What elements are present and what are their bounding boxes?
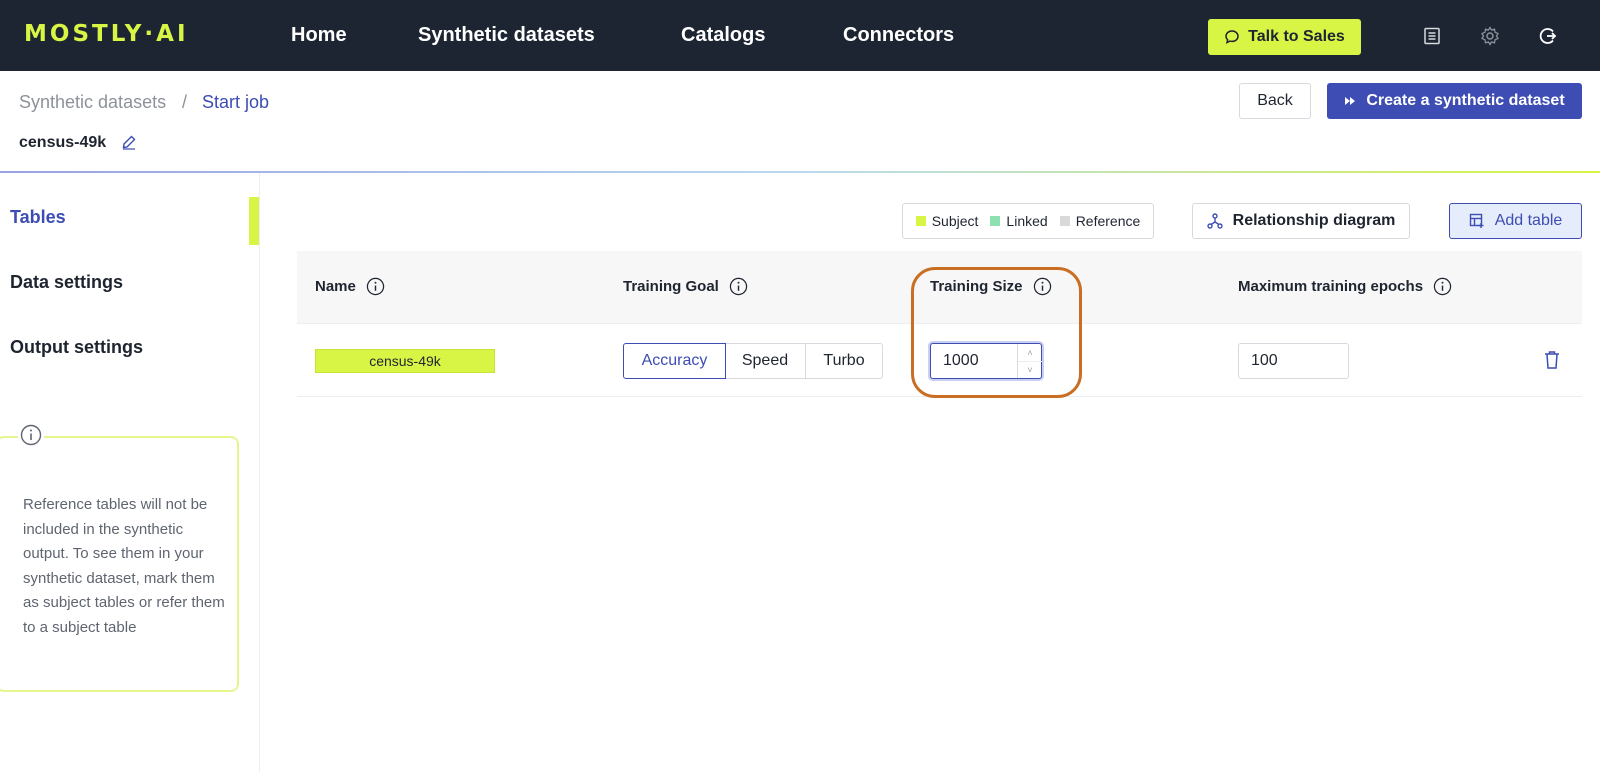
info-text: Reference tables will not be included in… bbox=[23, 496, 225, 636]
chat-bubble-icon bbox=[1225, 30, 1239, 44]
dataset-name: census-49k bbox=[19, 134, 107, 151]
nav-connectors[interactable]: Connectors bbox=[843, 24, 954, 47]
legend-subject: Subject bbox=[915, 213, 978, 229]
relationship-diagram-button[interactable]: Relationship diagram bbox=[1192, 203, 1410, 239]
max-epochs-input[interactable]: 100 bbox=[1238, 343, 1349, 379]
training-goal-speed[interactable]: Speed bbox=[725, 343, 806, 379]
gear-icon[interactable] bbox=[1478, 24, 1502, 48]
column-header-training-goal: Training Goal bbox=[623, 277, 748, 296]
table-type-legend: Subject Linked Reference bbox=[902, 203, 1154, 239]
relationship-diagram-label: Relationship diagram bbox=[1232, 212, 1396, 229]
nav-synthetic-datasets[interactable]: Synthetic datasets bbox=[418, 24, 595, 47]
info-icon bbox=[18, 422, 44, 448]
add-table-button[interactable]: Add table bbox=[1449, 203, 1582, 239]
logo[interactable]: MOSTLY·AI bbox=[24, 21, 189, 47]
column-header-name: Name bbox=[315, 277, 385, 296]
table-name-badge[interactable]: census-49k bbox=[315, 349, 495, 373]
info-icon[interactable] bbox=[1433, 277, 1452, 296]
training-size-highlight-annotation bbox=[911, 267, 1082, 398]
breadcrumb-separator: / bbox=[182, 92, 188, 112]
talk-to-sales-label: Talk to Sales bbox=[1248, 28, 1345, 45]
create-button-label: Create a synthetic dataset bbox=[1366, 92, 1565, 109]
nav-catalogs[interactable]: Catalogs bbox=[681, 24, 765, 47]
sidebar-item-output-settings[interactable]: Output settings bbox=[10, 337, 143, 358]
sidebar-active-indicator bbox=[249, 197, 259, 245]
column-header-max-epochs: Maximum training epochs bbox=[1238, 277, 1452, 296]
hierarchy-icon bbox=[1206, 213, 1223, 229]
info-icon[interactable] bbox=[366, 277, 385, 296]
sidebar-item-data-settings[interactable]: Data settings bbox=[10, 272, 123, 293]
top-navbar: MOSTLY·AI Home Synthetic datasets Catalo… bbox=[0, 0, 1600, 71]
logout-icon[interactable] bbox=[1536, 24, 1560, 48]
back-button[interactable]: Back bbox=[1239, 83, 1311, 119]
nav-home[interactable]: Home bbox=[291, 24, 347, 47]
add-table-label: Add table bbox=[1494, 212, 1563, 229]
add-table-icon bbox=[1469, 213, 1484, 228]
sidebar-item-tables[interactable]: Tables bbox=[10, 207, 66, 228]
sidebar: Tables Data settings Output settings Ref… bbox=[0, 173, 260, 772]
info-icon[interactable] bbox=[729, 277, 748, 296]
document-list-icon[interactable] bbox=[1420, 24, 1444, 48]
edit-icon[interactable] bbox=[121, 134, 137, 150]
training-goal-turbo[interactable]: Turbo bbox=[805, 343, 883, 379]
talk-to-sales-button[interactable]: Talk to Sales bbox=[1208, 19, 1361, 55]
breadcrumb-parent[interactable]: Synthetic datasets bbox=[19, 92, 166, 113]
legend-reference: Reference bbox=[1059, 213, 1140, 229]
legend-linked: Linked bbox=[990, 213, 1048, 229]
breadcrumb-current: Start job bbox=[202, 92, 270, 112]
create-synthetic-dataset-button[interactable]: Create a synthetic dataset bbox=[1327, 83, 1582, 119]
fast-forward-icon bbox=[1345, 97, 1356, 105]
trash-icon[interactable] bbox=[1543, 350, 1561, 370]
training-goal-accuracy[interactable]: Accuracy bbox=[623, 343, 726, 379]
